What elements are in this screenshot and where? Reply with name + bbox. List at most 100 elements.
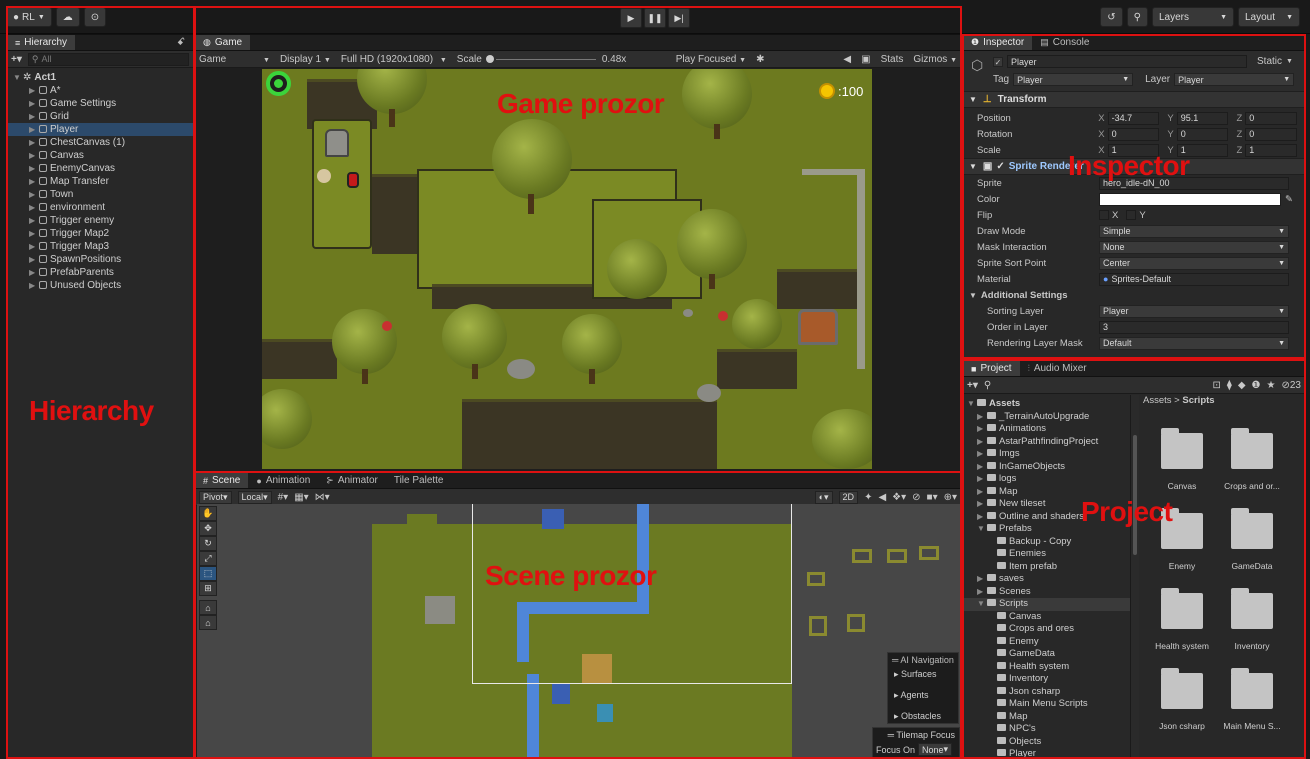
project-tree-item[interactable]: Json csharp xyxy=(963,686,1130,699)
hierarchy-item[interactable]: ▶ Town xyxy=(7,188,193,201)
hierarchy-item[interactable]: ▶ ChestCanvas (1) xyxy=(7,136,193,149)
gizmos-icon[interactable]: ⊕▾ xyxy=(944,492,957,503)
local-dropdown[interactable]: Local ▾ xyxy=(237,490,272,504)
transform-x-field[interactable]: -34.7 xyxy=(1107,111,1160,125)
project-tree-item[interactable]: Enemy xyxy=(963,636,1130,649)
tag-dropdown[interactable]: Player ▼ xyxy=(1013,73,1134,86)
project-folder-tile[interactable]: Main Menu S... xyxy=(1217,668,1287,731)
project-tree-item[interactable]: Main Menu Scripts xyxy=(963,698,1130,711)
cloud-button[interactable]: ☁ xyxy=(55,7,80,27)
transform-z-field[interactable]: 0 xyxy=(1245,111,1297,125)
collab-button[interactable]: ⊙ xyxy=(83,7,107,27)
lighting-icon[interactable]: ✦ xyxy=(864,492,872,503)
object-name-field[interactable]: Player xyxy=(1007,55,1247,68)
color-field[interactable] xyxy=(1099,192,1281,206)
layer-dropdown[interactable]: Player ▼ xyxy=(1174,73,1295,86)
hidden-count[interactable]: ⊘23 xyxy=(1281,380,1301,391)
project-tree-item[interactable]: ▶ _TerrainAutoUpgrade xyxy=(963,411,1130,424)
project-folder-tile[interactable]: GameData xyxy=(1217,508,1287,571)
sort-point-dropdown[interactable]: Center ▼ xyxy=(1099,256,1289,270)
sorting-layer-dropdown[interactable]: Player ▼ xyxy=(1099,304,1289,318)
project-folder-tile[interactable]: Inventory xyxy=(1217,588,1287,651)
hierarchy-item[interactable]: ▶ EnemyCanvas xyxy=(7,162,193,175)
mask-dropdown[interactable]: None ▼ xyxy=(1099,240,1289,254)
tab-project[interactable]: ■ Project xyxy=(963,361,1020,376)
scene-canvas[interactable]: ✋ ✥ ↻ ⤢ ⬚ ⊞ ⌂ ⌂ ═ AI Navigation ▸ Surfac… xyxy=(197,504,960,759)
add-button[interactable]: +▾ xyxy=(11,54,22,65)
project-tree-item[interactable]: ▶ InGameObjects xyxy=(963,461,1130,474)
grid-snap-icon[interactable]: #▾ xyxy=(278,492,289,503)
hidden-icon[interactable]: ⊘ xyxy=(912,492,920,503)
hand-tool[interactable]: ✋ xyxy=(199,506,217,521)
display-dropdown[interactable]: Display 1 ▼ xyxy=(280,54,331,65)
step-button[interactable]: ▶| xyxy=(668,8,690,28)
label-filter-icon[interactable]: ◆ xyxy=(1238,380,1246,391)
focus-on-dropdown[interactable]: None ▾ xyxy=(918,743,953,756)
tab-animator[interactable]: ⊱ Animator xyxy=(318,473,386,488)
hierarchy-item[interactable]: ▶ Map Transfer xyxy=(7,175,193,188)
search-filter-icon[interactable]: ⊡ xyxy=(1213,380,1221,391)
project-tree-item[interactable]: NPC's xyxy=(963,723,1130,736)
hierarchy-item[interactable]: ▶ Unused Objects xyxy=(7,279,193,292)
project-tree-item[interactable]: ▶ Animations xyxy=(963,423,1130,436)
play-focused-dropdown[interactable]: Play Focused ▼ xyxy=(676,54,746,65)
bug-icon[interactable]: ✱ xyxy=(756,54,764,65)
gizmos-dropdown[interactable]: Gizmos ▼ xyxy=(913,54,957,65)
project-folder-tile[interactable]: Health system xyxy=(1147,588,1217,651)
project-tree-item[interactable]: ▶ Imgs xyxy=(963,448,1130,461)
project-tree-item[interactable]: ▼ Assets xyxy=(963,398,1130,411)
project-tree-item[interactable]: ▶ logs xyxy=(963,473,1130,486)
flip-x-checkbox[interactable] xyxy=(1099,210,1109,220)
layers-dropdown[interactable]: Layers ▼ xyxy=(1152,7,1234,27)
project-tree-item[interactable]: Backup - Copy xyxy=(963,536,1130,549)
material-field[interactable]: ● Sprites-Default xyxy=(1099,272,1289,286)
hierarchy-item[interactable]: ▶ Trigger enemy xyxy=(7,214,193,227)
static-dropdown[interactable]: ▼ xyxy=(1286,58,1293,65)
transform-y-field[interactable]: 95.1 xyxy=(1176,111,1229,125)
transform-tool[interactable]: ⊞ xyxy=(199,581,217,596)
project-folder-tile[interactable]: Json csharp xyxy=(1147,668,1217,731)
project-tree-scrollbar[interactable] xyxy=(1131,395,1139,758)
game-mode-dropdown[interactable]: Game ▼ xyxy=(199,54,270,65)
hierarchy-item[interactable]: ▶ A* xyxy=(7,84,193,97)
transform-y-field[interactable]: 0 xyxy=(1176,127,1229,141)
ai-obstacles-item[interactable]: ▸ Obstacles xyxy=(888,703,958,724)
frame-icon[interactable]: ▣ xyxy=(861,54,870,65)
resolution-dropdown[interactable]: Full HD (1920x1080) ▼ xyxy=(341,54,447,65)
hierarchy-item[interactable]: ▶ Canvas xyxy=(7,149,193,162)
project-tree-item[interactable]: Health system xyxy=(963,661,1130,674)
draw-mode-dropdown[interactable]: ◐▾ xyxy=(814,490,833,504)
audio-icon[interactable]: ◀ xyxy=(878,492,886,503)
hierarchy-item[interactable]: ▶ Grid xyxy=(7,110,193,123)
hierarchy-item[interactable]: ▶ SpawnPositions xyxy=(7,253,193,266)
hierarchy-search[interactable]: ⚲ All xyxy=(27,52,189,66)
flip-y-checkbox[interactable] xyxy=(1126,210,1137,220)
hierarchy-item[interactable]: ▶ Trigger Map3 xyxy=(7,240,193,253)
tab-animation[interactable]: ● Animation xyxy=(248,473,318,488)
rotate-tool[interactable]: ↻ xyxy=(199,536,217,551)
tab-audio-mixer[interactable]: ⫶ Audio Mixer xyxy=(1020,361,1095,376)
history-button[interactable]: ↺ xyxy=(1100,7,1123,27)
tab-tile-palette[interactable]: Tile Palette xyxy=(386,473,452,488)
custom-tool-1[interactable]: ⌂ xyxy=(199,600,217,615)
pause-button[interactable]: ❚❚ xyxy=(644,8,666,28)
eyedropper-icon[interactable]: ✎ xyxy=(1285,194,1293,205)
type-filter-icon[interactable]: ⧫ xyxy=(1227,380,1232,391)
search-button[interactable]: ⚲ xyxy=(1126,7,1148,27)
hierarchy-item[interactable]: ▶ Trigger Map2 xyxy=(7,227,193,240)
rect-tool[interactable]: ⬚ xyxy=(199,566,217,581)
create-button[interactable]: +▾ xyxy=(967,380,978,391)
order-field[interactable]: 3 xyxy=(1099,320,1289,334)
breadcrumb-root[interactable]: Assets xyxy=(1143,395,1172,406)
ai-surfaces-item[interactable]: ▸ Surfaces xyxy=(888,667,958,682)
transform-x-field[interactable]: 0 xyxy=(1107,127,1160,141)
scene-row[interactable]: ▼ ✲ Act1 xyxy=(7,71,193,84)
project-tree-item[interactable]: GameData xyxy=(963,648,1130,661)
project-tree-item[interactable]: ▼ Scripts xyxy=(963,598,1130,611)
scale-tool[interactable]: ⤢ xyxy=(199,551,217,566)
tab-inspector[interactable]: ❶ Inspector xyxy=(963,35,1033,50)
project-tree-item[interactable]: ▶ saves xyxy=(963,573,1130,586)
custom-tool-2[interactable]: ⌂ xyxy=(199,615,217,630)
transform-z-field[interactable]: 1 xyxy=(1245,143,1297,157)
project-folder-tile[interactable]: Crops and or... xyxy=(1217,428,1287,491)
